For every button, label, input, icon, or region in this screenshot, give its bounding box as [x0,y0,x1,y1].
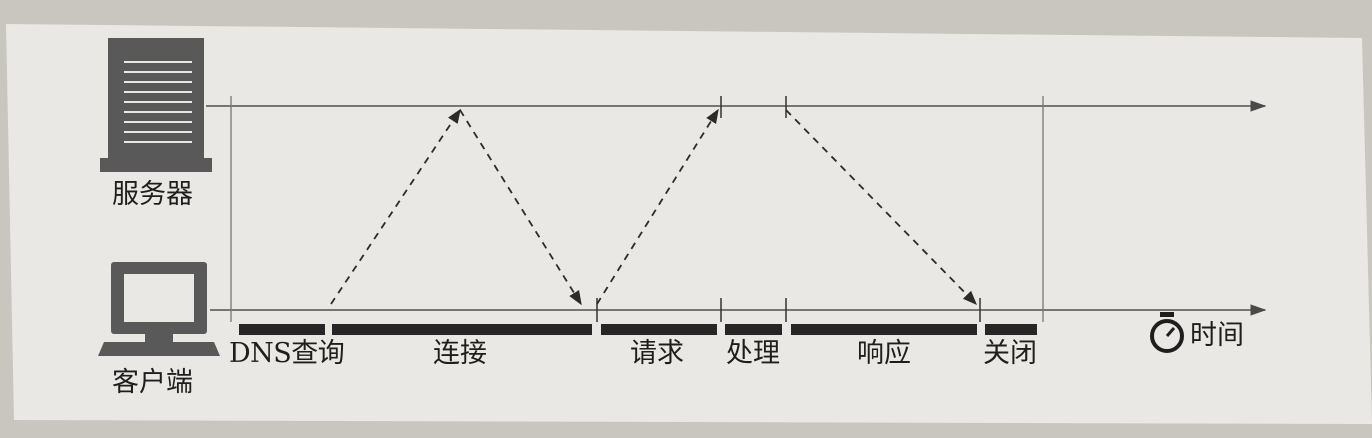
phase-label-dns: DNS查询 [229,338,345,369]
http-timeline-diagram [6,24,1372,424]
paper-panel [6,24,1372,424]
server-icon [100,38,212,172]
server-label: 服务器 [112,179,193,210]
phase-label-connect: 连接 [433,338,487,369]
phase-label-response: 响应 [857,338,911,369]
time-label: 时间 [1190,320,1244,351]
phase-bar-request [601,324,717,335]
phase-bar-response [791,324,977,335]
phase-bar-process [725,324,782,335]
diagram-stage: 服务器 客户端 DNS查询 连接 请求 处理 响应 关闭 时间 [0,0,1372,434]
phase-label-close: 关闭 [983,338,1037,369]
phase-bar-dns [239,324,325,335]
client-label: 客户端 [112,367,193,398]
phase-label-request: 请求 [630,338,684,369]
phase-label-process: 处理 [726,338,780,369]
phase-bar-close [985,324,1037,335]
phase-bar-connect [332,324,592,335]
